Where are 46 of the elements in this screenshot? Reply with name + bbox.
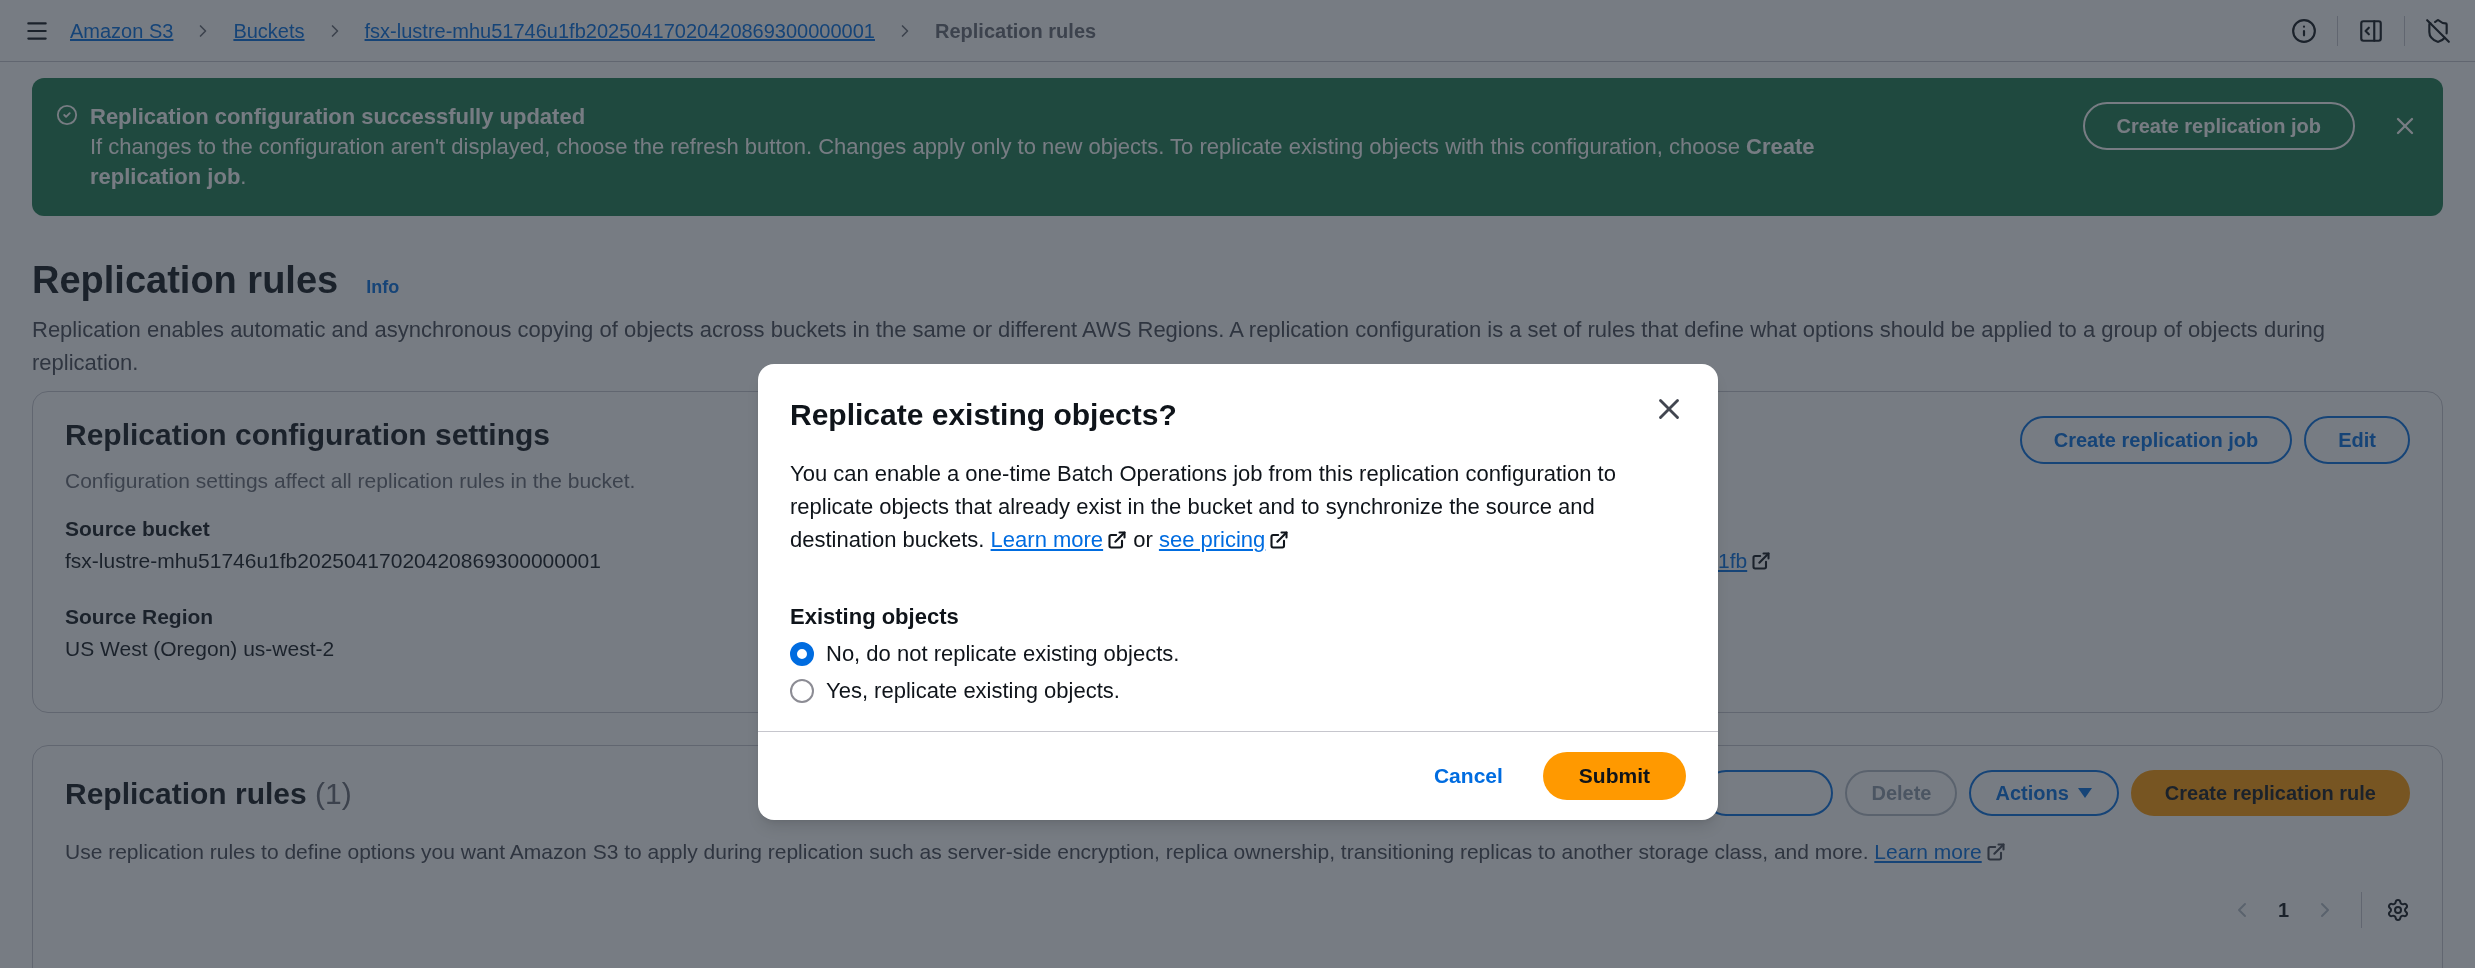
caret-icon bbox=[2076, 787, 2093, 799]
field-value: fsx-lustre-mhu51746u1fb20250417020420869300000001 bbox=[65, 547, 601, 574]
field-label: Source bucket bbox=[65, 515, 210, 542]
create-rule-button[interactable]: Create replication rule bbox=[2130, 770, 2410, 816]
external-link-icon bbox=[1751, 550, 1772, 571]
info-link[interactable]: Info bbox=[366, 274, 400, 301]
card-description: Configuration settings affect all replication rules in the bucket. bbox=[65, 468, 636, 494]
banner-message: If changes to the configuration aren't displayed, choose the refresh button. Changes apply only to new objects. To replicate existing objects with this configuration, choose Create replication job. bbox=[90, 133, 1816, 191]
cancel-button[interactable]: Cancel bbox=[1433, 760, 1503, 792]
radio-label[interactable]: No, do not replicate existing objects. bbox=[826, 637, 1180, 670]
create-replication-job-button[interactable]: Create replication job bbox=[2019, 416, 2293, 464]
external-link-icon bbox=[1269, 530, 1290, 550]
destination-bucket-link[interactable]: 1fb bbox=[1718, 548, 1748, 572]
radio-button[interactable] bbox=[790, 641, 814, 666]
learn-more-link[interactable]: Learn more bbox=[990, 527, 1104, 552]
breadcrumb-link[interactable]: fsx-lustre-mhu51746u1fb20250417020420869300000001 bbox=[364, 15, 875, 46]
learn-more-link[interactable]: Learn more bbox=[1874, 840, 1982, 863]
page-number[interactable]: 1 bbox=[2277, 894, 2289, 925]
external-link-icon bbox=[1985, 842, 2006, 862]
edit-button[interactable]: Edit bbox=[2304, 416, 2410, 464]
card-title: Replication configuration settings bbox=[65, 417, 551, 453]
actions-dropdown[interactable]: Actions bbox=[1969, 770, 2119, 816]
submit-button[interactable]: Submit bbox=[1542, 752, 1686, 800]
rule-count: (1) bbox=[315, 776, 352, 810]
radio-label[interactable]: Yes, replicate existing objects. bbox=[826, 674, 1120, 707]
shield-icon[interactable] bbox=[2425, 17, 2451, 44]
settings-icon[interactable] bbox=[2386, 897, 2410, 922]
page-title: Replication rules bbox=[32, 258, 339, 303]
breadcrumb-link[interactable]: Buckets bbox=[233, 15, 305, 46]
success-icon bbox=[56, 104, 78, 126]
banner-title: Replication configuration successfully updated bbox=[90, 103, 587, 131]
panel-icon[interactable] bbox=[2358, 17, 2384, 44]
create-replication-job-button[interactable]: Create replication job bbox=[2082, 102, 2355, 150]
modal-title: Replicate existing objects? bbox=[790, 397, 1178, 433]
modal-body: You can enable a one-time Batch Operations job from this replication configuration to replicate objects that already exist in the bucket and to synchronize the source and destination buckets. Learn more or see pricing bbox=[790, 460, 1617, 554]
group-label: Existing objects bbox=[790, 603, 959, 631]
field-label: Source Region bbox=[65, 603, 214, 630]
breadcrumb-link[interactable]: Amazon S3 bbox=[70, 15, 174, 46]
page-description: Replication enables automatic and asynchronous copying of objects across buckets in the same or different AWS Regions. A replication configuration is a set of rules that define what options should be applied to a group of objects during replication. bbox=[32, 316, 2327, 377]
see-pricing-link[interactable]: see pricing bbox=[1158, 527, 1266, 552]
info-icon[interactable] bbox=[2291, 17, 2317, 44]
field-value: US West (Oregon) us-west-2 bbox=[65, 635, 335, 662]
radio-button[interactable] bbox=[790, 678, 814, 703]
rules-description: Use replication rules to define options you want Amazon S3 to apply during replication such as server-side encryption, replica ownership, transitioning replicas to another storage class, and more. Learn more bbox=[65, 836, 2006, 868]
breadcrumb-current: Replication rules bbox=[935, 18, 1097, 44]
external-link-icon bbox=[1107, 530, 1128, 550]
